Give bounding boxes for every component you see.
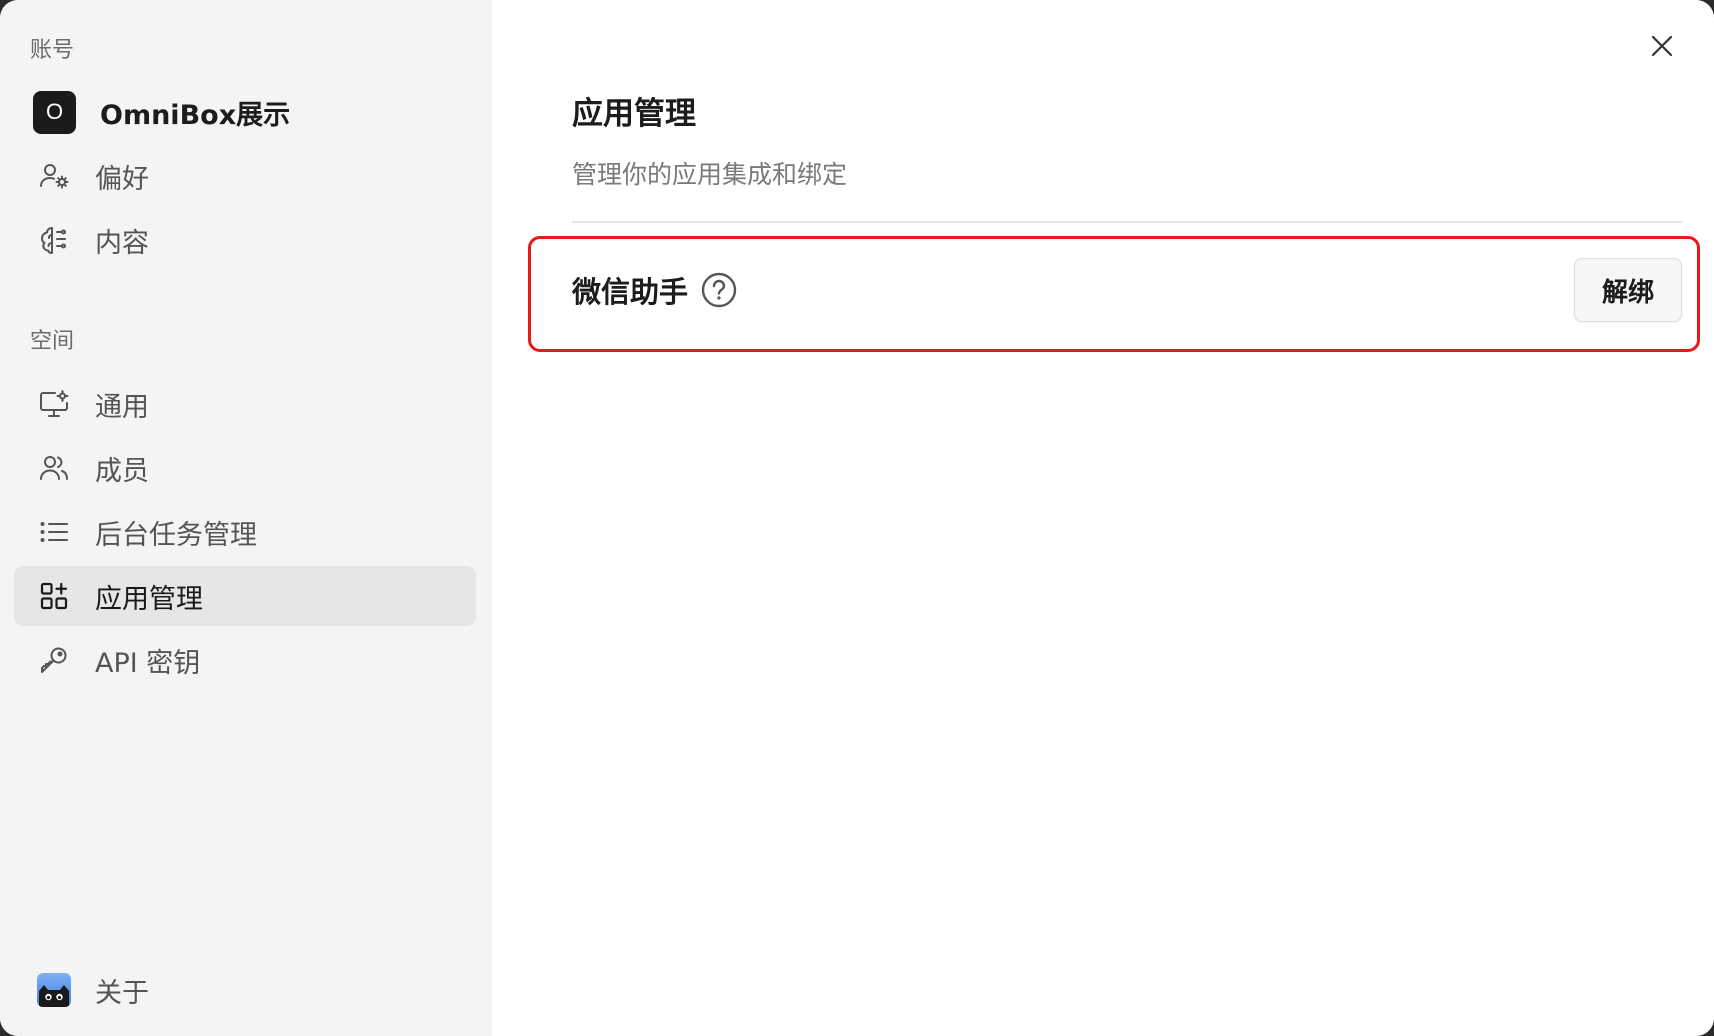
- sidebar-item-app-management[interactable]: 应用管理: [14, 566, 476, 626]
- list-icon: [37, 515, 71, 549]
- unbind-button[interactable]: 解绑: [1574, 258, 1682, 322]
- sidebar-item-label: 关于: [95, 977, 149, 1009]
- app-name: 微信助手: [572, 275, 689, 309]
- close-button[interactable]: [1646, 30, 1678, 62]
- account-section-label: 账号: [30, 38, 75, 63]
- sidebar-item-label: 内容: [95, 227, 149, 259]
- account-avatar: O: [33, 90, 76, 134]
- sidebar-item-about[interactable]: 关于: [14, 960, 476, 1020]
- help-icon[interactable]: [700, 271, 738, 309]
- sidebar-item-content[interactable]: 内容: [14, 210, 476, 270]
- space-section-label: 空间: [30, 329, 75, 354]
- page-title: 应用管理: [572, 96, 696, 132]
- account-name: OmniBox展示: [100, 99, 291, 131]
- app-name-wrap: 微信助手: [572, 269, 738, 311]
- users-icon: [37, 451, 71, 485]
- key-icon: [37, 643, 71, 677]
- sidebar-item-api-keys[interactable]: API 密钥: [14, 630, 476, 690]
- app-row-wechat-assistant: 微信助手 解绑: [572, 258, 1682, 322]
- sidebar-item-label: 偏好: [95, 163, 149, 195]
- sidebar-item-label: 应用管理: [95, 583, 203, 615]
- settings-window: 账号 O OmniBox展示 偏好 内容 空间 通用 成员 后台任务管理 应用管…: [0, 0, 1714, 1036]
- monitor-settings-icon: [37, 387, 71, 421]
- main-panel: 应用管理 管理你的应用集成和绑定 微信助手 解绑: [492, 0, 1714, 1036]
- page-subtitle: 管理你的应用集成和绑定: [572, 160, 848, 189]
- brain-icon: [37, 223, 71, 257]
- cat-logo-icon: [37, 973, 71, 1007]
- close-icon: [1651, 35, 1673, 57]
- sidebar-item-preferences[interactable]: 偏好: [14, 146, 476, 206]
- divider: [572, 221, 1682, 223]
- sidebar-item-members[interactable]: 成员: [14, 438, 476, 498]
- sidebar-item-background-tasks[interactable]: 后台任务管理: [14, 502, 476, 562]
- user-settings-icon: [37, 159, 71, 193]
- sidebar-item-label: API 密钥: [95, 647, 201, 679]
- apps-grid-icon: [37, 579, 71, 613]
- sidebar-item-label: 成员: [95, 455, 149, 487]
- sidebar-item-label: 通用: [95, 391, 149, 423]
- sidebar-item-label: 后台任务管理: [95, 519, 257, 551]
- settings-sidebar: 账号 O OmniBox展示 偏好 内容 空间 通用 成员 后台任务管理 应用管…: [0, 0, 492, 1036]
- account-row[interactable]: O OmniBox展示: [33, 89, 290, 135]
- sidebar-item-general[interactable]: 通用: [14, 374, 476, 434]
